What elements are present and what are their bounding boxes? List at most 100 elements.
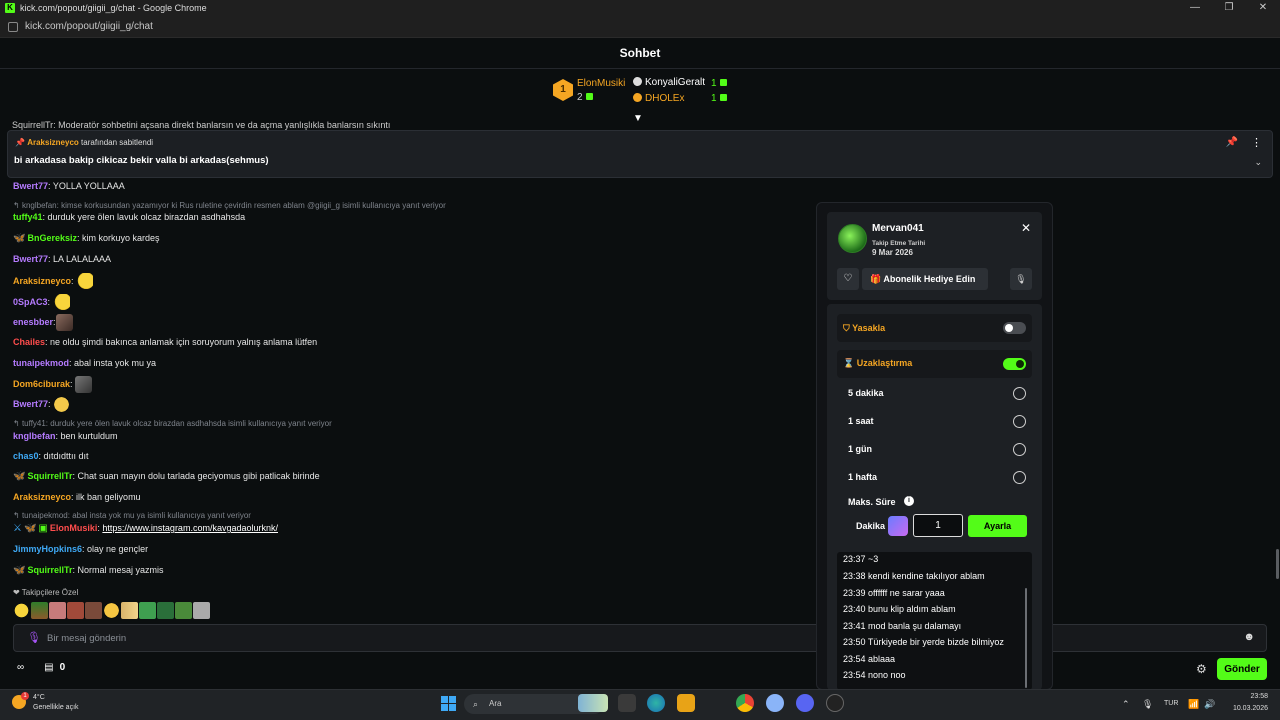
reply-context[interactable]: ↰ tuffy41: durduk yere ölen lavuk olcaz … <box>13 419 332 428</box>
gift-sub-button[interactable]: 🎁 Abonelik Hediye Edin <box>862 268 988 290</box>
gift-box-icon[interactable]: ▤ <box>44 662 53 673</box>
chat-settings-icon[interactable]: ⚙ <box>1196 662 1207 676</box>
username[interactable]: 0SpAC3 <box>13 297 48 307</box>
chat-message: Dom6ciburak: <box>13 376 93 393</box>
emote-button[interactable] <box>49 602 66 619</box>
username[interactable]: tunaipekmod <box>13 358 69 368</box>
option-5-min[interactable]: 5 dakika <box>848 388 884 398</box>
chrome-browser-icon[interactable] <box>736 694 754 712</box>
close-window-button[interactable]: ✕ <box>1246 0 1280 16</box>
username[interactable]: SquirrellTr <box>27 471 72 481</box>
unpin-icon[interactable]: 📌 <box>1226 137 1238 148</box>
username[interactable]: Chailes <box>13 337 45 347</box>
timeout-row[interactable]: ⌛ Uzaklaştırma <box>837 350 1032 378</box>
tray-mic-icon[interactable]: 🎙 <box>1142 699 1153 710</box>
emote-button[interactable] <box>121 602 138 619</box>
radio-1-day[interactable] <box>1013 443 1026 456</box>
history-scrollbar[interactable] <box>1025 588 1027 688</box>
username[interactable]: Bwert77 <box>13 399 48 409</box>
minimize-button[interactable]: — <box>1178 0 1212 16</box>
page-scrollbar[interactable] <box>1276 549 1279 579</box>
user-message-history[interactable]: 23:37 ~3 23:38 kendi kendine takılıyor a… <box>837 552 1032 690</box>
option-1-day[interactable]: 1 gün <box>848 444 872 454</box>
username[interactable]: knglbefan <box>13 431 56 441</box>
username[interactable]: Dom6ciburak <box>13 379 70 389</box>
chat-message: Bwert77: <box>13 396 71 413</box>
infinity-points-icon[interactable]: ∞ <box>17 662 24 673</box>
mic-button[interactable]: 🎙 <box>1010 268 1032 290</box>
emote-button[interactable] <box>175 602 192 619</box>
chat-message: JimmyHopkins6: olay ne gençler <box>13 544 148 554</box>
window-controls: — ❐ ✕ <box>1178 0 1280 16</box>
emote-button[interactable] <box>67 602 84 619</box>
reply-context[interactable]: ↰ knglbefan: kimse korkusundan yazamıyor… <box>13 201 446 210</box>
more-options-icon[interactable]: ⋮ <box>1251 136 1262 149</box>
send-button[interactable]: Gönder <box>1217 658 1267 680</box>
edge-browser-icon[interactable] <box>647 694 665 712</box>
volume-icon[interactable]: 🔊 <box>1204 699 1215 710</box>
leader-second-row[interactable]: KonyaliGeralt <box>633 77 705 88</box>
leader-first-name[interactable]: ElonMusiki <box>577 78 625 89</box>
clock-time[interactable]: 23:58 <box>1228 693 1268 700</box>
windows-start-icon[interactable] <box>441 696 456 711</box>
username[interactable]: SquirrellTr <box>27 565 72 575</box>
app-icon[interactable] <box>826 694 844 712</box>
discord-icon[interactable] <box>796 694 814 712</box>
ban-toggle[interactable] <box>1003 322 1026 334</box>
gift-icon <box>719 94 727 101</box>
emote-button[interactable] <box>193 602 210 619</box>
emote-button[interactable] <box>157 602 174 619</box>
url-text[interactable]: kick.com/popout/giigii_g/chat <box>25 21 153 32</box>
follow-date-value: 9 Mar 2026 <box>872 248 913 257</box>
modal-username[interactable]: Mervan041 <box>872 223 924 234</box>
input-language[interactable]: TUR <box>1164 700 1178 707</box>
emote-button[interactable] <box>103 602 120 619</box>
option-1-week[interactable]: 1 hafta <box>848 472 877 482</box>
username[interactable]: JimmyHopkins6 <box>13 544 82 554</box>
username[interactable]: Araksizneyco <box>13 276 71 286</box>
gift-leaderboard: 1 ElonMusiki 2 KonyaliGeralt 1 DHOLEx 1 <box>553 74 743 108</box>
username[interactable]: chas0 <box>13 451 39 461</box>
wifi-icon[interactable]: 📶 <box>1188 699 1199 710</box>
avatar[interactable] <box>838 224 867 253</box>
message-link[interactable]: https://www.instagram.com/kavgadaolurknk… <box>102 523 278 533</box>
clock-date[interactable]: 10.03.2026 <box>1216 705 1268 712</box>
microphone-icon[interactable]: 🎙 <box>27 631 41 644</box>
apply-button[interactable]: Ayarla <box>968 515 1027 537</box>
username[interactable]: Araksizneyco <box>13 492 71 502</box>
emote-button[interactable] <box>13 602 30 619</box>
username[interactable]: Bwert77 <box>13 181 48 191</box>
username[interactable]: ElonMusiki <box>50 523 98 533</box>
option-1-hour[interactable]: 1 saat <box>848 416 874 426</box>
radio-1-week[interactable] <box>1013 471 1026 484</box>
username[interactable]: BnGereksiz <box>27 233 77 243</box>
info-icon[interactable]: i <box>904 496 914 506</box>
ban-row[interactable]: ⛉ Yasakla <box>837 314 1032 342</box>
radio-1-hour[interactable] <box>1013 415 1026 428</box>
emote-button[interactable] <box>31 602 48 619</box>
emote-button[interactable] <box>139 602 156 619</box>
username[interactable]: Bwert77 <box>13 254 48 264</box>
emote-button[interactable] <box>85 602 102 619</box>
maximize-button[interactable]: ❐ <box>1212 0 1246 16</box>
minutes-input[interactable] <box>913 514 963 537</box>
pinned-message[interactable]: 📌 Araksizneyco tarafından sabitlendi bi … <box>7 130 1273 178</box>
site-info-icon[interactable] <box>8 22 18 32</box>
chevron-down-icon[interactable]: ⌄ <box>1254 157 1262 168</box>
username[interactable]: enesbber <box>13 317 53 327</box>
radio-5-min[interactable] <box>1013 387 1026 400</box>
address-bar[interactable]: kick.com/popout/giigii_g/chat <box>0 16 1280 38</box>
timeout-toggle[interactable] <box>1003 358 1026 370</box>
close-icon[interactable]: ✕ <box>1021 221 1031 235</box>
username[interactable]: tuffy41 <box>13 212 43 222</box>
collapse-leaderboard-icon[interactable]: ▼ <box>633 113 643 124</box>
tray-chevron-up-icon[interactable]: ⌃ <box>1122 699 1130 710</box>
leader-third-row[interactable]: DHOLEx <box>633 93 684 104</box>
file-explorer-icon[interactable] <box>677 694 695 712</box>
reply-context[interactable]: ↰ tunaipekmod: abal insta yok mu ya isim… <box>13 511 251 520</box>
settings-app-icon[interactable] <box>766 694 784 712</box>
task-view-icon[interactable] <box>618 694 636 712</box>
widgets-app-icon[interactable] <box>578 694 608 712</box>
emoji-picker-icon[interactable]: ☻ <box>1243 631 1255 643</box>
follow-heart-button[interactable]: ♡ <box>837 268 859 290</box>
